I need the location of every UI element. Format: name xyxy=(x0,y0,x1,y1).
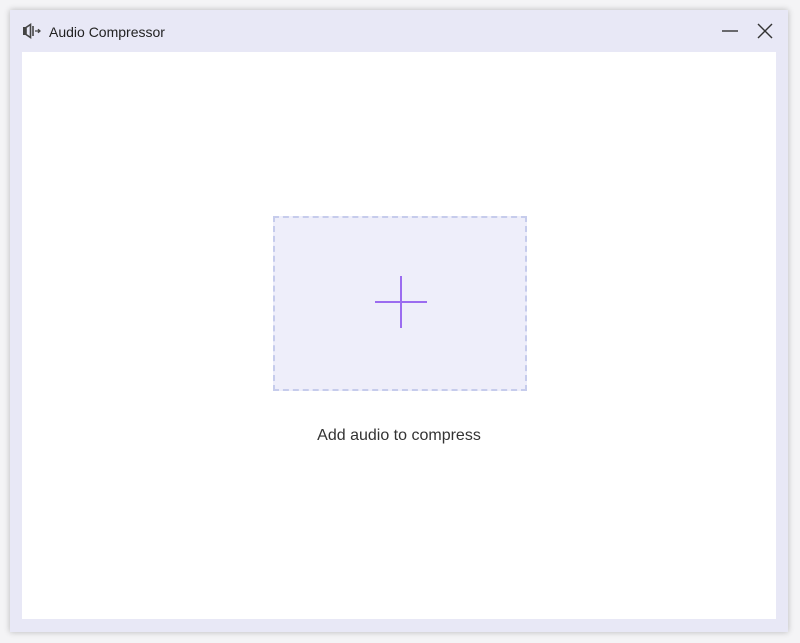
app-window: Audio Compressor Add audio to compress xyxy=(10,10,788,632)
app-title: Audio Compressor xyxy=(49,24,165,40)
speaker-compress-icon xyxy=(22,23,42,39)
close-icon xyxy=(757,23,773,39)
minimize-button[interactable] xyxy=(717,19,743,43)
drop-zone-label: Add audio to compress xyxy=(317,427,481,444)
minimize-icon xyxy=(722,30,738,32)
title-bar: Audio Compressor xyxy=(10,10,788,52)
add-audio-drop-zone[interactable] xyxy=(273,216,527,391)
main-content: Add audio to compress xyxy=(22,52,776,619)
close-button[interactable] xyxy=(752,19,778,43)
plus-icon xyxy=(375,276,427,328)
